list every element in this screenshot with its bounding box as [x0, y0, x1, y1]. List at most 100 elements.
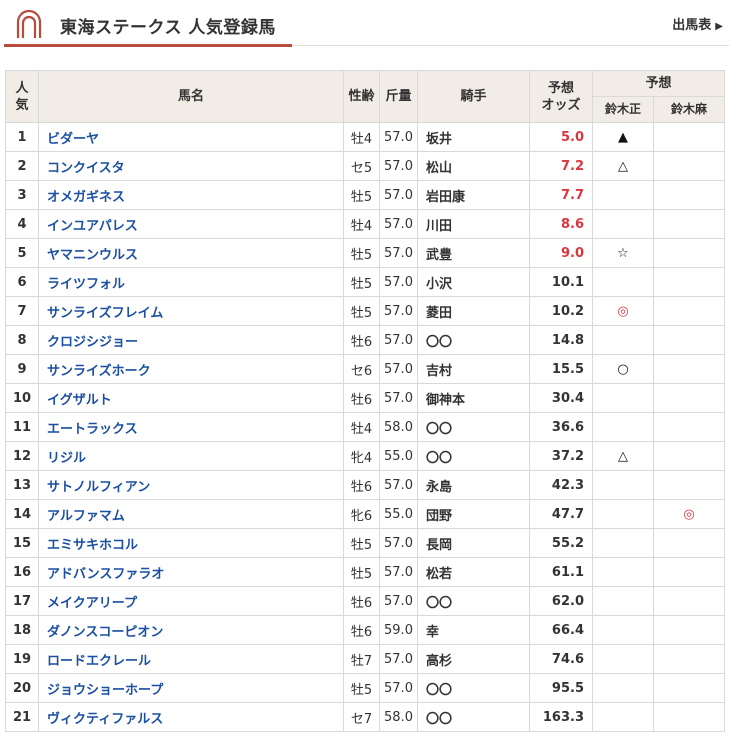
jockey-cell: 松山	[417, 151, 530, 181]
prediction-mark-2	[652, 412, 726, 442]
horse-name-link[interactable]: クロジシジョー	[38, 325, 344, 355]
horse-name-link[interactable]: サンライズホーク	[38, 354, 344, 384]
prediction-mark-1	[592, 557, 654, 587]
rank-cell: 11	[5, 412, 39, 442]
odds-cell: 66.4	[529, 615, 593, 645]
prediction-mark-1	[592, 644, 654, 674]
prediction-mark-1	[592, 528, 654, 558]
table-row: 4 インユアパレス 牡4 57.0 川田 8.6	[5, 209, 726, 239]
horse-name-link[interactable]: ダノンスコーピオン	[38, 615, 344, 645]
prediction-mark-2: ◎	[652, 499, 726, 529]
shutsuba-link[interactable]: 出馬表 ▶	[672, 14, 723, 33]
prediction-mark-1	[592, 470, 654, 500]
rank-cell: 6	[5, 267, 39, 297]
odds-cell: 55.2	[529, 528, 593, 558]
prediction-mark-1: ☆	[592, 238, 654, 268]
horse-name-link[interactable]: ロードエクレール	[38, 644, 344, 674]
horse-name-link[interactable]: リジル	[38, 441, 344, 471]
table-row: 9 サンライズホーク セ6 57.0 吉村 15.5 ○	[5, 354, 726, 384]
col-header-odds: 予想 オッズ	[529, 70, 593, 123]
prediction-mark-2	[652, 238, 726, 268]
horse-name-link[interactable]: ライツフォル	[38, 267, 344, 297]
horse-name-link[interactable]: ヴィクティファルス	[38, 702, 344, 732]
odds-cell: 163.3	[529, 702, 593, 732]
page-title: 東海ステークス 人気登録馬	[60, 18, 276, 38]
horse-name-link[interactable]: ビダーヤ	[38, 122, 344, 152]
prediction-mark-2	[652, 644, 726, 674]
table-row: 17 メイクアリープ 牡6 57.0 〇〇 62.0	[5, 586, 726, 616]
horse-name-link[interactable]: アルファマム	[38, 499, 344, 529]
table-row: 8 クロジシジョー 牡6 57.0 〇〇 14.8	[5, 325, 726, 355]
horse-name-link[interactable]: ヤマニンウルス	[38, 238, 344, 268]
odds-cell: 7.7	[529, 180, 593, 210]
table-row: 13 サトノルフィアン 牡6 57.0 永島 42.3	[5, 470, 726, 500]
jockey-cell: 〇〇	[417, 412, 530, 442]
prediction-mark-1: ◎	[592, 296, 654, 326]
weight-cell: 59.0	[379, 615, 418, 645]
odds-cell: 95.5	[529, 673, 593, 703]
horse-name-link[interactable]: メイクアリープ	[38, 586, 344, 616]
horse-name-link[interactable]: インユアパレス	[38, 209, 344, 239]
table-row: 15 エミサキホコル 牡5 57.0 長岡 55.2	[5, 528, 726, 558]
rank-cell: 10	[5, 383, 39, 413]
col-header-rank: 人 気	[5, 70, 39, 123]
sex-age-cell: 牝6	[343, 499, 380, 529]
odds-cell: 5.0	[529, 122, 593, 152]
horse-name-link[interactable]: サンライズフレイム	[38, 296, 344, 326]
horse-name-link[interactable]: サトノルフィアン	[38, 470, 344, 500]
horse-name-link[interactable]: アドバンスファラオ	[38, 557, 344, 587]
sex-age-cell: 牡4	[343, 209, 380, 239]
col-header-weight: 斤量	[379, 70, 418, 123]
rank-cell: 5	[5, 238, 39, 268]
horse-name-link[interactable]: コンクイスタ	[38, 151, 344, 181]
jockey-cell: 菱田	[417, 296, 530, 326]
col-header-jockey: 騎手	[417, 70, 530, 123]
prediction-mark-2	[652, 441, 726, 471]
horse-name-link[interactable]: ジョウショーホープ	[38, 673, 344, 703]
table-row: 14 アルファマム 牝6 55.0 団野 47.7 ◎	[5, 499, 726, 529]
prediction-mark-1	[592, 209, 654, 239]
table-row: 16 アドバンスファラオ 牡5 57.0 松若 61.1	[5, 557, 726, 587]
weight-cell: 57.0	[379, 557, 418, 587]
prediction-mark-2	[652, 470, 726, 500]
table-row: 21 ヴィクティファルス セ7 58.0 〇〇 163.3	[5, 702, 726, 732]
jockey-cell: 坂井	[417, 122, 530, 152]
prediction-mark-1	[592, 499, 654, 529]
horse-name-link[interactable]: イグザルト	[38, 383, 344, 413]
horseshoe-icon	[16, 9, 42, 38]
sex-age-cell: 牡4	[343, 412, 380, 442]
prediction-mark-2	[652, 122, 726, 152]
jockey-cell: 永島	[417, 470, 530, 500]
prediction-mark-1: △	[592, 151, 654, 181]
weight-cell: 57.0	[379, 296, 418, 326]
prediction-mark-2	[652, 528, 726, 558]
prediction-mark-2	[652, 151, 726, 181]
table-row: 5 ヤマニンウルス 牡5 57.0 武豊 9.0 ☆	[5, 238, 726, 268]
horse-name-link[interactable]: エミサキホコル	[38, 528, 344, 558]
odds-cell: 7.2	[529, 151, 593, 181]
sex-age-cell: 牝4	[343, 441, 380, 471]
odds-cell: 9.0	[529, 238, 593, 268]
sex-age-cell: 牡7	[343, 644, 380, 674]
table-row: 20 ジョウショーホープ 牡5 57.0 〇〇 95.5	[5, 673, 726, 703]
weight-cell: 55.0	[379, 499, 418, 529]
prediction-mark-2	[652, 383, 726, 413]
col-header-predictor2: 鈴木麻	[652, 96, 726, 123]
triangle-right-icon: ▶	[715, 21, 723, 32]
weight-cell: 57.0	[379, 151, 418, 181]
horse-name-link[interactable]: エートラックス	[38, 412, 344, 442]
sex-age-cell: 牡5	[343, 267, 380, 297]
horse-name-link[interactable]: オメガギネス	[38, 180, 344, 210]
rank-cell: 13	[5, 470, 39, 500]
prediction-mark-2	[652, 209, 726, 239]
weight-cell: 57.0	[379, 383, 418, 413]
sex-age-cell: 牡6	[343, 615, 380, 645]
table-row: 12 リジル 牝4 55.0 〇〇 37.2 △	[5, 441, 726, 471]
rank-cell: 16	[5, 557, 39, 587]
popularity-table: 人 気 馬名 性齢 斤量 騎手 予想 オッズ 予想 鈴木正 鈴木麻 1 ビダーヤ牡…	[5, 70, 726, 732]
table-row: 7 サンライズフレイム 牡5 57.0 菱田 10.2 ◎	[5, 296, 726, 326]
rank-cell: 9	[5, 354, 39, 384]
jockey-cell: 吉村	[417, 354, 530, 384]
sex-age-cell: 牡5	[343, 180, 380, 210]
shutsuba-link-label[interactable]: 出馬表	[672, 18, 711, 33]
